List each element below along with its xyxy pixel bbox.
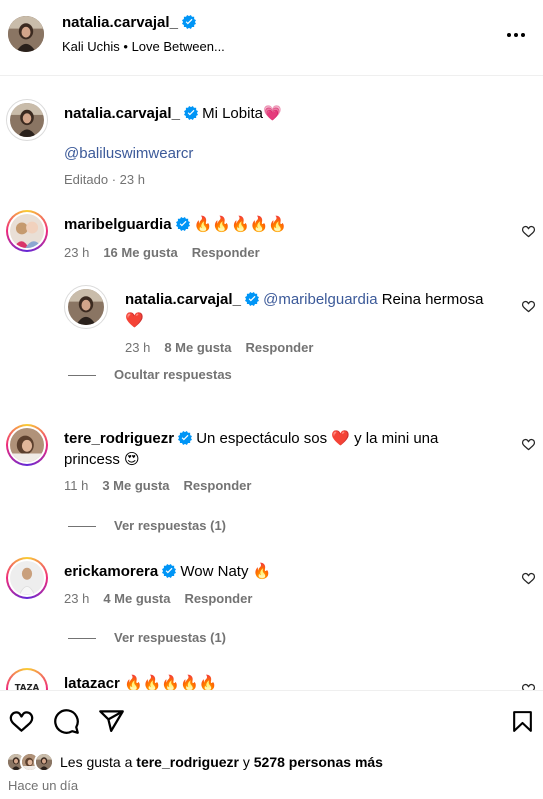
comment-avatar[interactable]	[6, 424, 48, 466]
comment-avatar[interactable]	[6, 210, 48, 252]
reply-button[interactable]: Responder	[246, 340, 314, 355]
comment-text: tere_rodriguezr Un espectáculo sos ❤️ y …	[64, 430, 439, 468]
comment-likes[interactable]: 16 Me gusta	[103, 245, 177, 260]
likes-summary: Les gusta a tere_rodriguezr y 5278 perso…	[6, 752, 383, 772]
likes-count[interactable]: 5278 personas más	[254, 754, 383, 770]
save-icon[interactable]	[510, 708, 535, 735]
reply-text: natalia.carvajal_ @maribelguardia Reina …	[125, 291, 484, 329]
post-timestamp: Hace un día	[8, 778, 79, 793]
author-avatar[interactable]	[8, 16, 44, 52]
verified-icon	[176, 217, 190, 231]
reply-likes[interactable]: 8 Me gusta	[164, 340, 231, 355]
hide-replies-button[interactable]: Ocultar respuestas	[68, 367, 232, 382]
comment-icon[interactable]	[53, 708, 80, 735]
audio-track[interactable]: Kali Uchis • Love Between...	[62, 39, 225, 54]
like-comment-icon[interactable]	[521, 224, 536, 239]
like-post-icon[interactable]	[8, 708, 35, 735]
caption-meta: Editado · 23 h	[64, 172, 145, 187]
like-comment-icon[interactable]	[521, 571, 536, 586]
verified-icon	[184, 106, 198, 120]
share-icon[interactable]	[98, 708, 125, 735]
reply-button[interactable]: Responder	[192, 245, 260, 260]
likes-text[interactable]: Les gusta a tere_rodriguezr y 5278 perso…	[60, 754, 383, 770]
like-comment-icon[interactable]	[521, 437, 536, 452]
comment-text: maribelguardia 🔥🔥🔥🔥🔥	[64, 216, 288, 233]
view-replies-button[interactable]: Ver respuestas (1)	[68, 518, 226, 533]
reply-button[interactable]: Responder	[184, 478, 252, 493]
view-replies-button[interactable]: Ver respuestas (1)	[68, 630, 226, 645]
comment-likes[interactable]: 4 Me gusta	[103, 591, 170, 606]
reply-username[interactable]: natalia.carvajal_	[125, 291, 241, 308]
comment-meta: 11 h3 Me gusta Responder	[64, 478, 252, 493]
caption-body: Mi Lobita💗	[202, 105, 282, 122]
post-footer: Les gusta a tere_rodriguezr y 5278 perso…	[0, 690, 543, 799]
comment-meta: 23 h 16 Me gusta Responder	[64, 245, 260, 260]
comment-text: erickamorera Wow Naty 🔥	[64, 563, 272, 580]
comment-likes[interactable]: 3 Me gusta	[102, 478, 169, 493]
comment-username[interactable]: tere_rodriguezr	[64, 430, 174, 447]
comment-meta: 23 h4 Me gusta Responder	[64, 591, 253, 606]
more-options-icon[interactable]	[503, 22, 529, 48]
caption-username[interactable]: natalia.carvajal_	[64, 105, 180, 122]
like-reply-icon[interactable]	[521, 299, 536, 314]
comment-username[interactable]: erickamorera	[64, 563, 158, 580]
reply-meta: 23 h8 Me gusta Responder	[125, 340, 314, 355]
reply-avatar[interactable]	[64, 285, 108, 329]
caption-mention[interactable]: @baliluswimwearcr	[64, 145, 193, 162]
verified-icon	[245, 292, 259, 306]
comment-avatar[interactable]	[6, 557, 48, 599]
reply-mention[interactable]: @maribelguardia	[263, 291, 377, 308]
reply-button[interactable]: Responder	[185, 591, 253, 606]
verified-icon	[178, 431, 192, 445]
post-header: natalia.carvajal_ Kali Uchis • Love Betw…	[0, 0, 543, 76]
verified-icon	[182, 15, 196, 29]
liker-avatar	[34, 752, 54, 772]
verified-icon	[162, 564, 176, 578]
author-username[interactable]: natalia.carvajal_	[62, 14, 196, 31]
comment-username[interactable]: maribelguardia	[64, 216, 172, 233]
caption-avatar[interactable]	[6, 99, 48, 141]
caption-text: natalia.carvajal_ Mi Lobita💗	[64, 103, 282, 124]
